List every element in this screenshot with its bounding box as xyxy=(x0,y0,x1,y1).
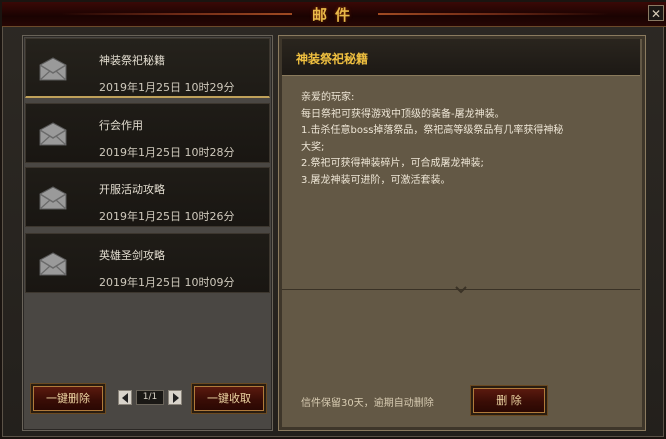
envelope-icon xyxy=(39,252,67,276)
next-page-button[interactable] xyxy=(168,390,182,405)
chevron-left-icon xyxy=(122,393,128,403)
mail-subject: 神装祭祀秘籍 xyxy=(99,54,165,67)
letter-body: 亲爱的玩家: 每日祭祀可获得游戏中顶级的装备-屠龙神装。 1.击杀任意boss掉… xyxy=(301,90,631,189)
close-button[interactable]: ✕ xyxy=(648,5,664,21)
prev-page-button[interactable] xyxy=(118,390,132,405)
title-bar: 邮件 ✕ xyxy=(2,2,666,27)
retention-note: 信件保留30天，逾期自动删除 xyxy=(301,398,434,409)
mail-date: 2019年1月25日 10时26分 xyxy=(99,210,235,223)
collect-all-button[interactable]: 一键收取 xyxy=(194,386,264,411)
letter-title: 神装祭祀秘籍 xyxy=(296,52,369,66)
envelope-icon xyxy=(39,57,67,81)
mail-item[interactable]: 神装祭祀秘籍 2019年1月25日 10时29分 xyxy=(25,38,270,98)
mail-date: 2019年1月25日 10时29分 xyxy=(99,81,235,94)
letter-line: 3.屠龙神装可进阶，可激活套装。 xyxy=(301,174,451,186)
mail-window: 邮件 ✕ 神装祭祀秘籍 2019年1月25日 10时29分 行会作用 2019年… xyxy=(0,0,666,439)
letter-line: 大奖; xyxy=(301,141,325,153)
mail-date: 2019年1月25日 10时09分 xyxy=(99,276,235,289)
mail-date: 2019年1月25日 10时28分 xyxy=(99,146,235,159)
mail-subject: 英雄圣剑攻略 xyxy=(99,249,165,262)
mail-item[interactable]: 开服活动攻略 2019年1月25日 10时26分 xyxy=(25,167,270,227)
letter-header: 神装祭祀秘籍 xyxy=(282,39,640,76)
letter-panel: 神装祭祀秘籍 亲爱的玩家: 每日祭祀可获得游戏中顶级的装备-屠龙神装。 1.击杀… xyxy=(278,35,646,431)
window-title: 邮件 xyxy=(311,6,358,24)
letter-line: 亲爱的玩家: xyxy=(301,92,355,103)
chevron-right-icon xyxy=(173,393,179,403)
envelope-icon xyxy=(39,122,67,146)
letter-line: 1.击杀任意boss掉落祭品，祭祀高等级祭品有几率获得神秘 xyxy=(301,125,564,136)
chevron-down-icon xyxy=(455,286,467,294)
mail-list-toolbar: 一键删除 1/1 一键收取 xyxy=(23,376,272,428)
delete-button[interactable]: 删 除 xyxy=(473,388,545,413)
envelope-icon xyxy=(39,186,67,210)
mail-item[interactable]: 行会作用 2019年1月25日 10时28分 xyxy=(25,103,270,163)
letter-line: 2.祭祀可获得神装碎片，可合成屠龙神装; xyxy=(301,158,484,169)
mail-item[interactable]: 英雄圣剑攻略 2019年1月25日 10时09分 xyxy=(25,233,270,293)
letter-line: 每日祭祀可获得游戏中顶级的装备-屠龙神装。 xyxy=(301,108,505,120)
delete-all-button[interactable]: 一键删除 xyxy=(33,386,103,411)
page-indicator: 1/1 xyxy=(136,390,164,405)
mail-subject: 行会作用 xyxy=(99,119,143,132)
mail-list-panel: 神装祭祀秘籍 2019年1月25日 10时29分 行会作用 2019年1月25日… xyxy=(22,35,273,431)
mail-subject: 开服活动攻略 xyxy=(99,183,165,196)
